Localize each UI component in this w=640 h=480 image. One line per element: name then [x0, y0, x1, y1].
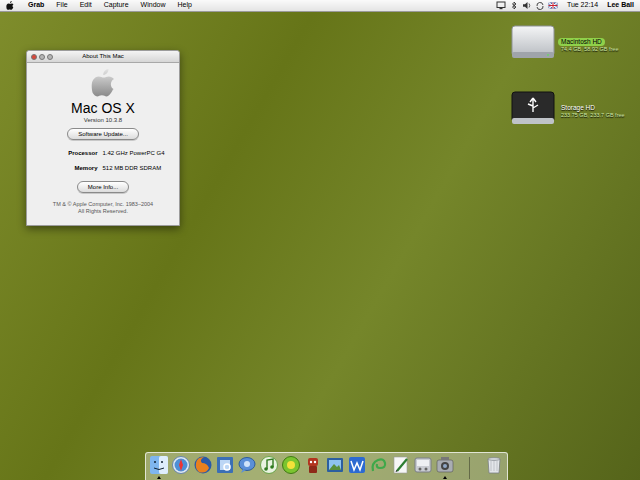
apple-logo-icon	[91, 69, 115, 97]
window-control-button[interactable]	[31, 54, 37, 60]
clock[interactable]: Tue 22:14	[567, 0, 598, 11]
menu-item[interactable]: Edit	[74, 0, 98, 11]
dock-item[interactable]	[215, 455, 235, 480]
push-button[interactable]: Software Update...	[67, 128, 139, 140]
more-info-row: More Info...	[77, 181, 129, 193]
os-name: Mac OS X	[71, 100, 135, 116]
running-indicator	[443, 476, 447, 479]
dock-item[interactable]	[193, 455, 213, 480]
photo-app-icon[interactable]	[325, 455, 345, 475]
pen-app-icon[interactable]	[391, 455, 411, 475]
copyright: TM & © Apple Computer, Inc. 1983–2004All…	[53, 201, 153, 215]
sync-icon[interactable]	[535, 1, 545, 10]
display-icon[interactable]	[496, 1, 506, 10]
desktop-icon[interactable]: Storage HD233.75 GB, 233.7 GB free	[510, 88, 638, 128]
dock-separator	[469, 457, 470, 479]
dock-item[interactable]	[413, 455, 433, 480]
window-content: Mac OS XVersion 10.3.8 Software Update...…	[27, 63, 179, 221]
dock-item[interactable]	[259, 455, 279, 480]
os-version: Version 10.3.8	[84, 116, 122, 124]
menu-bar: GrabFileEditCaptureWindowHelp Tue 22:14 Le…	[0, 0, 640, 12]
desktop-icon-label: Storage HD233.75 GB, 233.7 GB free	[558, 104, 628, 119]
app-menu[interactable]: Grab	[22, 0, 50, 11]
desktop-icon-label: Macintosh HD74.4 GB, 58.92 GB free	[558, 38, 621, 53]
dock-item[interactable]	[171, 455, 191, 480]
icon-name: Macintosh HD	[558, 38, 605, 46]
swirl-app-icon[interactable]	[369, 455, 389, 475]
writer-app-icon[interactable]	[347, 455, 367, 475]
icon-name: Storage HD	[558, 104, 598, 112]
dock-item[interactable]	[391, 455, 411, 480]
menu-item[interactable]: Help	[172, 0, 198, 11]
user-menu[interactable]: Lee Ball	[607, 0, 634, 11]
specs: Processor 1.42 GHz PowerPC G4 Memory 512 MB…	[41, 149, 164, 172]
title-bar[interactable]: About This Mac	[27, 51, 179, 63]
spec-value: 512 MB DDR SDRAM	[102, 164, 164, 172]
green-app-icon[interactable]	[281, 455, 301, 475]
push-button[interactable]: More Info...	[77, 181, 129, 193]
window-controls	[31, 54, 53, 60]
dock-item[interactable]	[325, 455, 345, 480]
finder-icon[interactable]	[149, 455, 169, 475]
usb-drive-icon[interactable]	[510, 88, 556, 128]
dock-item[interactable]	[484, 455, 504, 480]
menu-bar-right: Tue 22:14 Lee Ball	[496, 0, 634, 11]
spec-label: Processor	[41, 149, 97, 157]
bluetooth-icon[interactable]	[509, 1, 519, 10]
icon-info: 74.4 GB, 58.92 GB free	[558, 46, 621, 53]
menu-item[interactable]: Window	[135, 0, 172, 11]
dock-item[interactable]	[347, 455, 367, 480]
apple-menu-icon	[6, 1, 14, 10]
desktop-icons: Macintosh HD74.4 GB, 58.92 GB free Storag…	[510, 22, 638, 128]
copyright-line: All Rights Reserved.	[78, 208, 128, 215]
preview-icon[interactable]	[215, 455, 235, 475]
dock-item[interactable]	[303, 455, 323, 480]
spec-value: 1.42 GHz PowerPC G4	[102, 149, 164, 157]
dock-item[interactable]	[237, 455, 257, 480]
copyright-line: TM & © Apple Computer, Inc. 1983–2004	[53, 201, 153, 208]
menu-bar-left: GrabFileEditCaptureWindowHelp	[6, 0, 198, 11]
menu-item[interactable]: File	[50, 0, 73, 11]
uk-flag-icon[interactable]	[548, 1, 558, 10]
robot-icon[interactable]	[303, 455, 323, 475]
itunes-icon[interactable]	[259, 455, 279, 475]
ichat-icon[interactable]	[237, 455, 257, 475]
volume-icon[interactable]	[522, 1, 532, 10]
dock-item[interactable]	[435, 455, 455, 480]
safari-icon[interactable]	[171, 455, 191, 475]
system-preferences-icon[interactable]	[413, 455, 433, 475]
window-control-button[interactable]	[47, 54, 53, 60]
desktop-icon[interactable]: Macintosh HD74.4 GB, 58.92 GB free	[510, 22, 638, 62]
menu-item[interactable]: Capture	[98, 0, 135, 11]
dock-item[interactable]	[369, 455, 389, 480]
firefox-icon[interactable]	[193, 455, 213, 475]
running-indicator	[157, 476, 161, 479]
hard-drive-icon[interactable]	[510, 22, 556, 62]
dock-item[interactable]	[281, 455, 301, 480]
window-title: About This Mac	[82, 52, 124, 61]
icon-info: 233.75 GB, 233.7 GB free	[558, 112, 628, 119]
software-update-row: Software Update...	[67, 128, 139, 140]
spec-label: Memory	[41, 164, 97, 172]
trash-icon[interactable]	[484, 455, 504, 475]
grab-icon[interactable]	[435, 455, 455, 475]
dock	[145, 452, 508, 480]
dock-item[interactable]	[149, 455, 169, 480]
window-control-button[interactable]	[39, 54, 45, 60]
desktop-screen: GrabFileEditCaptureWindowHelp Tue 22:14 Le…	[0, 0, 640, 480]
running-indicator-slot	[157, 475, 161, 480]
running-indicator-slot	[443, 475, 447, 480]
about-window[interactable]: About This Mac Mac OS XVersion 10.3.8 Soft…	[26, 50, 180, 226]
